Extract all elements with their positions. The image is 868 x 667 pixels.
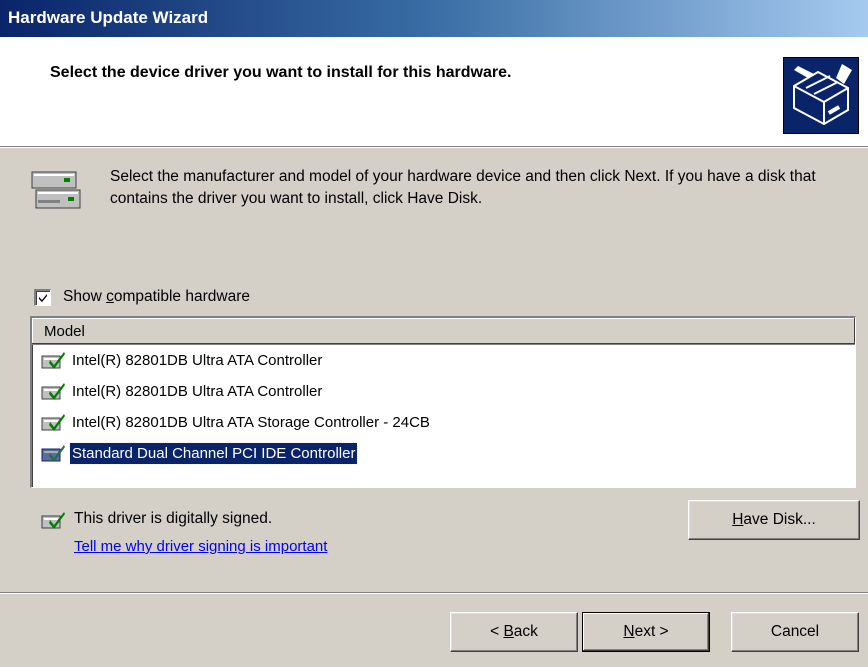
next-button[interactable]: Next > (582, 612, 710, 652)
list-item-selected[interactable]: Standard Dual Channel PCI IDE Controller (32, 438, 855, 469)
list-item-label: Intel(R) 82801DB Ultra ATA Controller (72, 383, 323, 400)
hardware-install-icon (783, 57, 859, 134)
list-item-label: Standard Dual Channel PCI IDE Controller (68, 442, 359, 465)
cancel-button[interactable]: Cancel (731, 612, 859, 652)
wizard-header: Select the device driver you want to ins… (0, 37, 868, 147)
driver-signed-status: This driver is digitally signed. (74, 510, 273, 527)
show-compatible-label[interactable]: Show compatible hardware (63, 288, 250, 306)
back-button[interactable]: < Back (450, 612, 578, 652)
list-item-label: Intel(R) 82801DB Ultra ATA Storage Contr… (72, 414, 430, 431)
checkmark-icon (39, 293, 47, 302)
model-column-header[interactable]: Model (32, 318, 855, 345)
signed-driver-icon (40, 350, 68, 372)
have-disk-button[interactable]: Have Disk... (688, 500, 860, 540)
show-compatible-checkbox[interactable] (34, 288, 51, 306)
driver-signing-link[interactable]: Tell me why driver signing is important (74, 538, 327, 555)
header-divider (0, 147, 868, 148)
page-title: Select the device driver you want to ins… (50, 64, 512, 81)
list-item[interactable]: Intel(R) 82801DB Ultra ATA Storage Contr… (32, 407, 855, 438)
window-title: Hardware Update Wizard (8, 8, 209, 27)
signed-driver-icon (40, 412, 68, 434)
show-compatible-row[interactable]: Show compatible hardware (34, 286, 250, 308)
signed-driver-icon (40, 510, 66, 532)
model-listbox[interactable]: Model Intel(R) 82801DB Ultra ATA Control… (30, 316, 856, 488)
window-title-bar[interactable]: Hardware Update Wizard (0, 0, 868, 37)
list-item[interactable]: Intel(R) 82801DB Ultra ATA Controller (32, 345, 855, 376)
list-item-label: Intel(R) 82801DB Ultra ATA Controller (72, 352, 323, 369)
intro-instructions: Select the manufacturer and model of you… (110, 168, 816, 207)
signed-driver-icon (40, 443, 68, 465)
footer-divider-highlight (0, 593, 868, 594)
hardware-devices-icon (30, 170, 86, 212)
signed-driver-icon (40, 381, 68, 403)
list-item[interactable]: Intel(R) 82801DB Ultra ATA Controller (32, 376, 855, 407)
